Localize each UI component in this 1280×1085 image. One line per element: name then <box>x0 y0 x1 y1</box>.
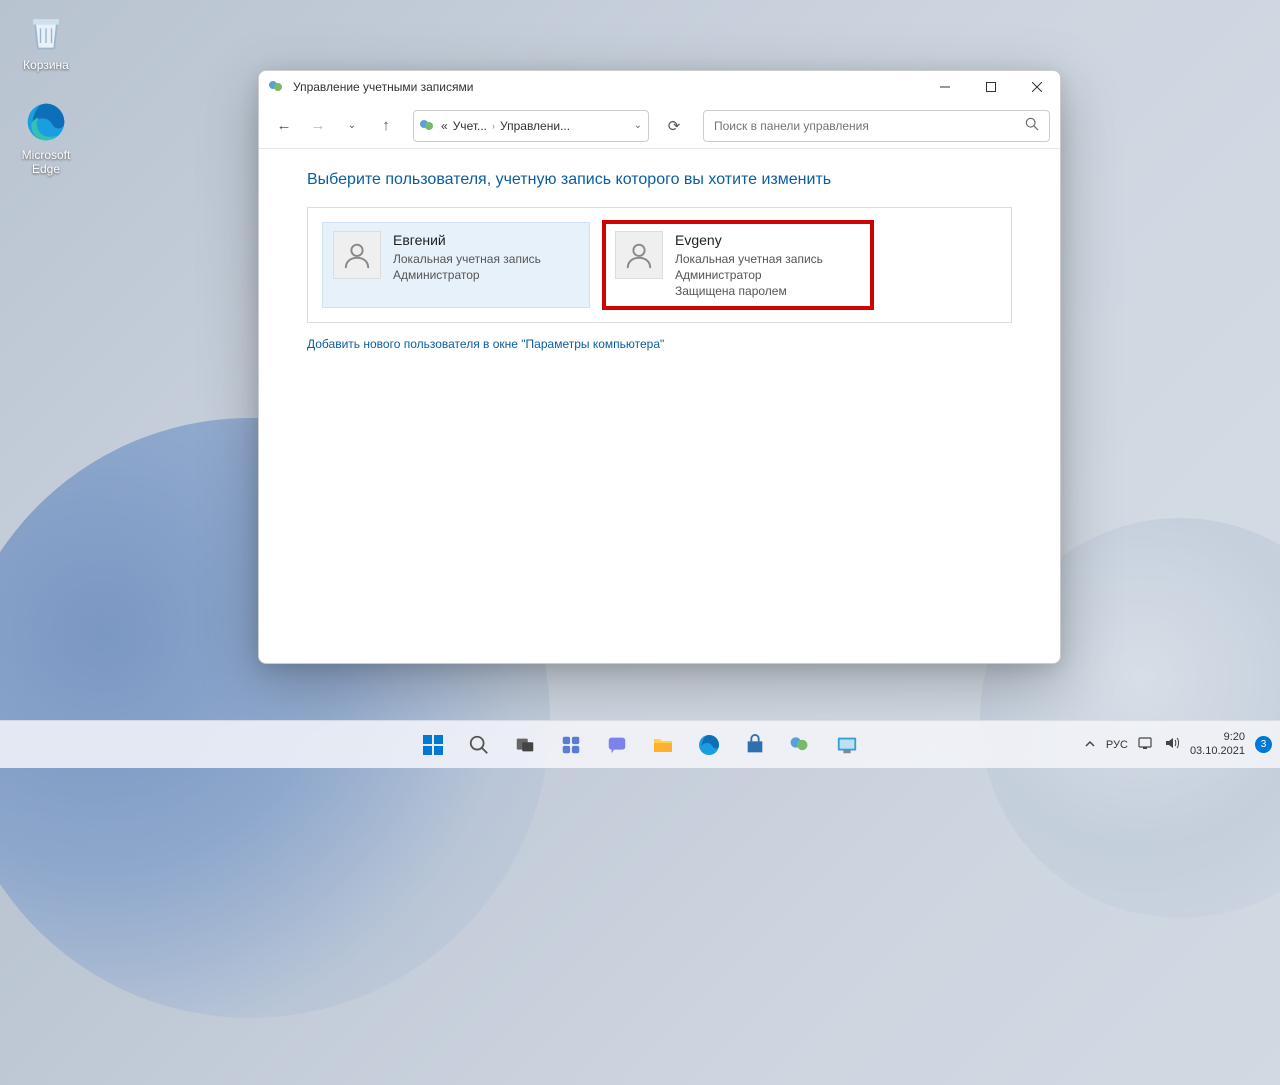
forward-button[interactable]: → <box>303 111 333 141</box>
edge-browser-icon[interactable]: Microsoft Edge <box>8 100 84 176</box>
back-button[interactable]: ← <box>269 111 299 141</box>
user-grid: Евгений Локальная учетная запись Админис… <box>307 207 1012 323</box>
minimize-button[interactable] <box>922 71 968 103</box>
breadcrumb-seg1[interactable]: Учет... <box>453 119 487 133</box>
network-icon[interactable] <box>1138 736 1154 753</box>
user-name: Evgeny <box>675 231 823 250</box>
up-button[interactable]: ↑ <box>371 111 401 141</box>
task-view-button[interactable] <box>505 725 545 765</box>
page-heading: Выберите пользователя, учетную запись ко… <box>307 171 1012 189</box>
avatar-icon <box>615 231 663 279</box>
taskbar-search-button[interactable] <box>459 725 499 765</box>
taskbar: РУС 9:20 03.10.2021 3 <box>0 720 1280 768</box>
recent-dropdown[interactable]: ⌄ <box>337 111 367 141</box>
user-name: Евгений <box>393 231 541 250</box>
chevron-right-icon: › <box>492 121 495 131</box>
search-box[interactable] <box>703 110 1050 142</box>
titlebar[interactable]: Управление учетными записями <box>259 71 1060 103</box>
user-card-evgeny[interactable]: Evgeny Локальная учетная запись Админист… <box>604 222 872 308</box>
recycle-label: Корзина <box>23 58 69 72</box>
toolbar: ← → ⌄ ↑ « Учет... › Управлени... ⌄ ⟳ <box>259 103 1060 149</box>
user-accounts-taskbar-button[interactable] <box>781 725 821 765</box>
refresh-button[interactable]: ⟳ <box>659 111 689 141</box>
tray-overflow-button[interactable] <box>1084 737 1096 753</box>
taskbar-center <box>413 725 867 765</box>
add-user-link[interactable]: Добавить нового пользователя в окне "Пар… <box>307 337 1012 351</box>
user-type: Локальная учетная запись <box>675 251 823 267</box>
edge-taskbar-button[interactable] <box>689 725 729 765</box>
avatar-icon <box>333 231 381 279</box>
start-button[interactable] <box>413 725 453 765</box>
trash-icon <box>24 10 68 54</box>
edge-icon <box>24 100 68 144</box>
user-role: Администратор <box>393 267 541 283</box>
user-info: Евгений Локальная учетная запись Админис… <box>393 231 541 299</box>
file-explorer-button[interactable] <box>643 725 683 765</box>
edge-label: Microsoft Edge <box>8 148 84 176</box>
control-panel-window: Управление учетными записями ← → ⌄ ↑ « У… <box>258 70 1061 664</box>
user-type: Локальная учетная запись <box>393 251 541 267</box>
user-protection: Защищена паролем <box>675 283 823 299</box>
search-input[interactable] <box>714 119 1025 133</box>
recycle-bin-icon[interactable]: Корзина <box>8 10 84 72</box>
clock[interactable]: 9:20 03.10.2021 <box>1190 731 1245 757</box>
user-info: Evgeny Локальная учетная запись Админист… <box>675 231 823 299</box>
language-indicator[interactable]: РУС <box>1106 739 1128 751</box>
chat-button[interactable] <box>597 725 637 765</box>
volume-icon[interactable] <box>1164 736 1180 753</box>
notification-badge[interactable]: 3 <box>1255 736 1272 753</box>
close-button[interactable] <box>1014 71 1060 103</box>
breadcrumb-prefix: « <box>441 119 448 133</box>
address-bar[interactable]: « Учет... › Управлени... ⌄ <box>413 110 649 142</box>
address-dropdown[interactable]: ⌄ <box>634 120 642 131</box>
breadcrumb-seg2[interactable]: Управлени... <box>500 119 570 133</box>
store-button[interactable] <box>735 725 775 765</box>
maximize-button[interactable] <box>968 71 1014 103</box>
widgets-button[interactable] <box>551 725 591 765</box>
date-text: 03.10.2021 <box>1190 745 1245 758</box>
search-icon[interactable] <box>1025 117 1039 134</box>
time-text: 9:20 <box>1190 731 1245 744</box>
user-card-evgeniy[interactable]: Евгений Локальная учетная запись Админис… <box>322 222 590 308</box>
user-accounts-icon <box>269 79 285 95</box>
user-role: Администратор <box>675 267 823 283</box>
path-icon <box>420 118 436 134</box>
taskbar-right: РУС 9:20 03.10.2021 3 <box>1084 721 1272 768</box>
control-panel-taskbar-button[interactable] <box>827 725 867 765</box>
window-title: Управление учетными записями <box>293 80 922 94</box>
content-area: Выберите пользователя, учетную запись ко… <box>259 149 1060 663</box>
